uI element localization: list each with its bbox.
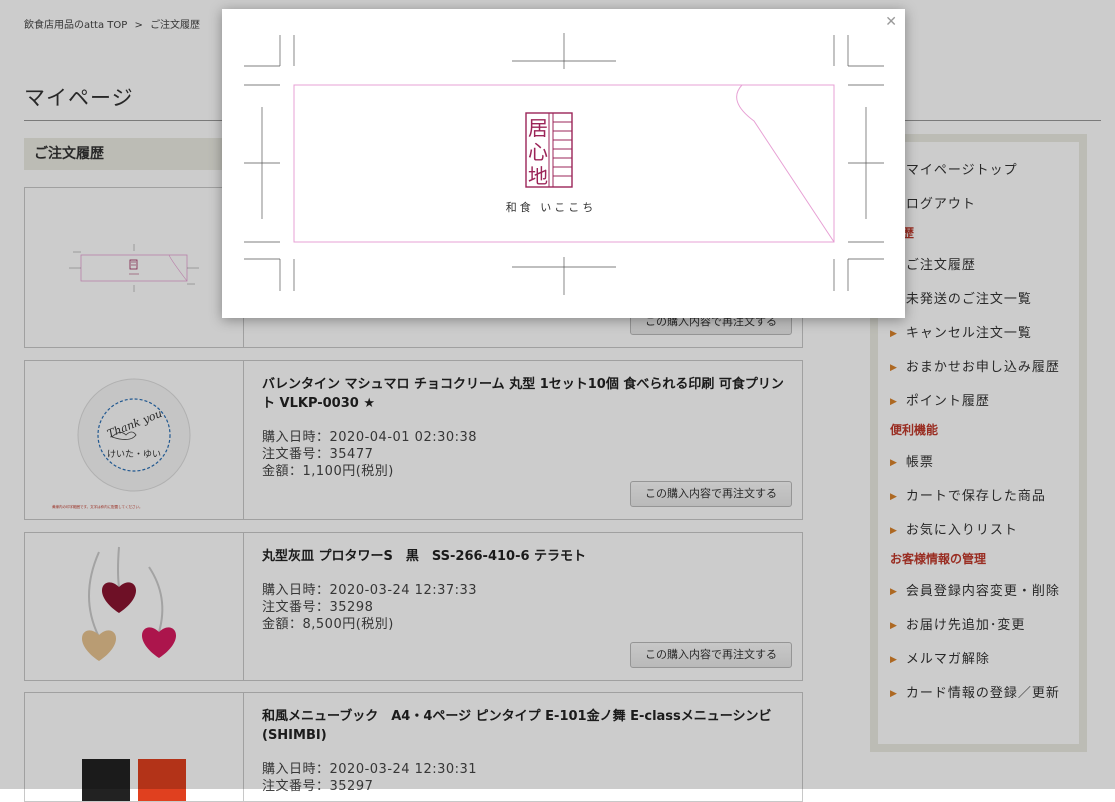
seal-char-1: 居 bbox=[528, 116, 548, 140]
iko-kochi-seal-logo: 居 心 地 bbox=[525, 112, 573, 188]
seal-char-2: 心 bbox=[528, 140, 548, 164]
image-preview-modal: ✕ 居 心 地 和食 いここち bbox=[222, 9, 905, 318]
brand-name-text: 和食 いここち bbox=[506, 200, 597, 214]
towel-design-preview: 居 心 地 和食 いここち bbox=[244, 33, 884, 295]
seal-char-3: 地 bbox=[528, 164, 548, 188]
close-icon[interactable]: ✕ bbox=[885, 15, 897, 29]
